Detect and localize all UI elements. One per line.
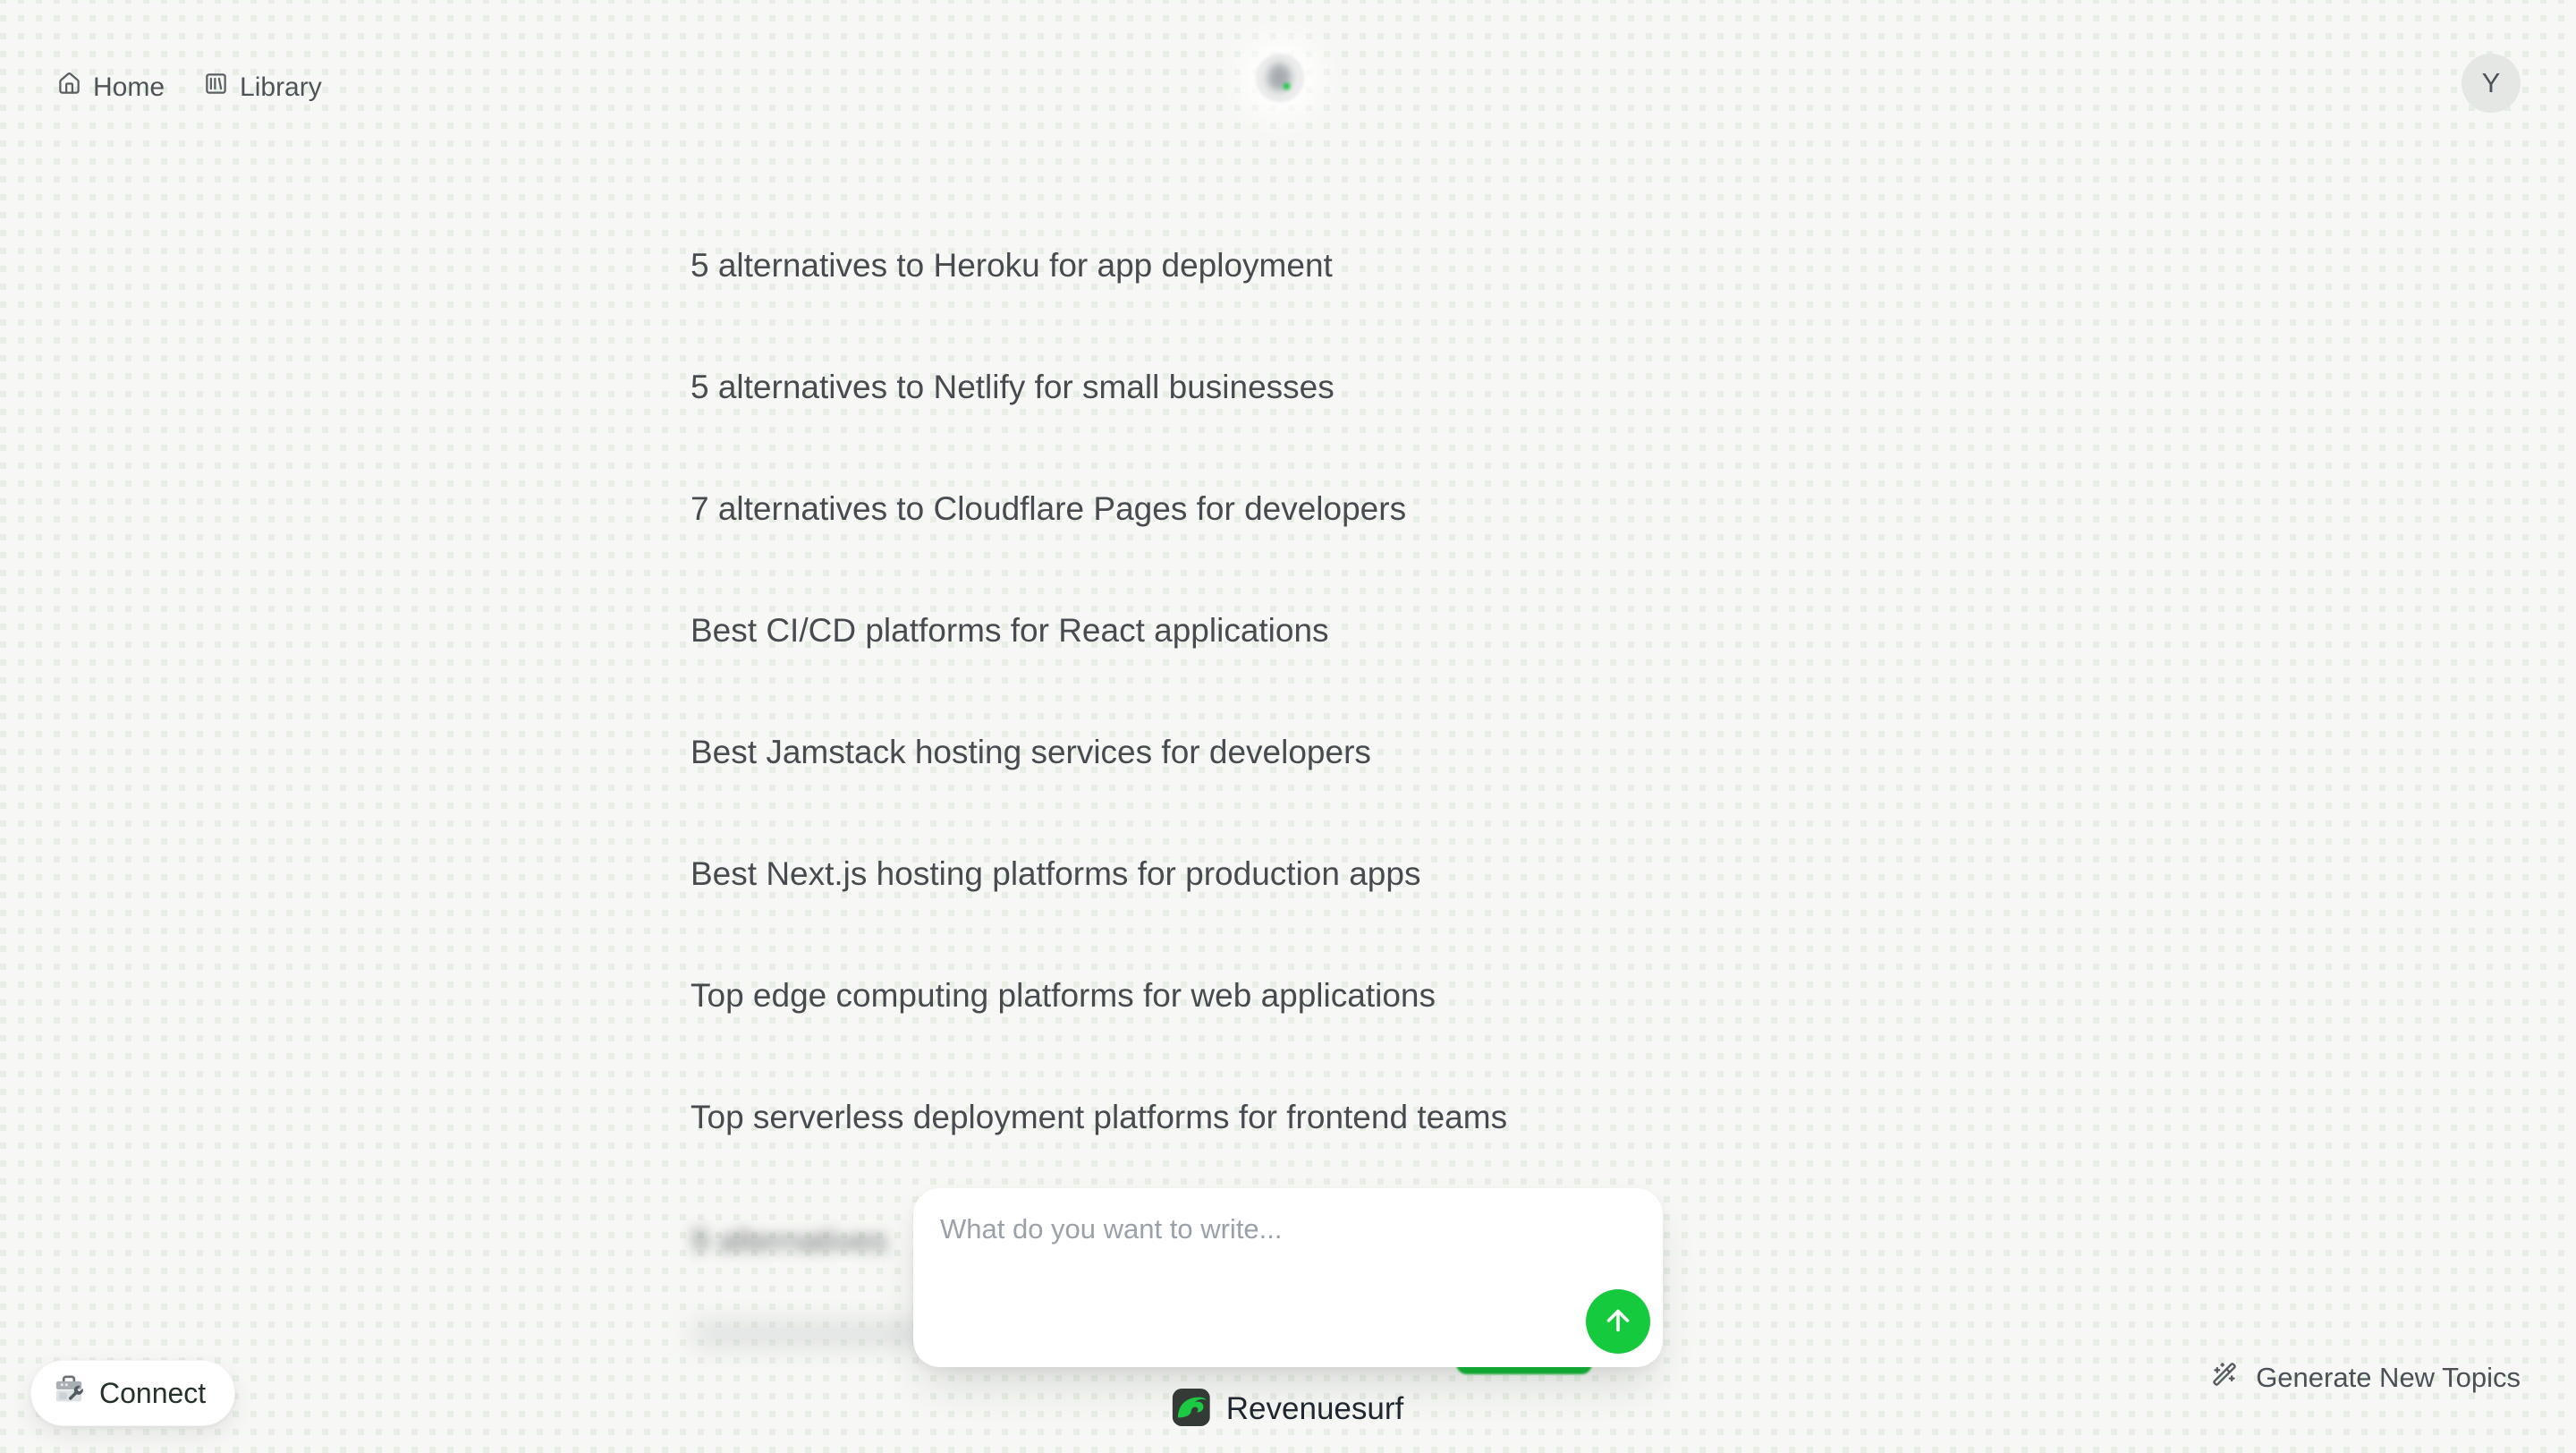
nav-library[interactable]: Library [204, 72, 322, 103]
library-icon [204, 72, 228, 103]
topic-label: Top edge computing platforms for web app… [691, 977, 1436, 1014]
blurred-logo [1256, 54, 1304, 102]
topic-item[interactable]: 5 alternatives to Heroku for app deploym… [691, 249, 1507, 282]
topic-label: 5 alternatives to Netlify for small busi… [691, 369, 1335, 405]
topic-item[interactable]: Best CI/CD platforms for React applicati… [691, 614, 1507, 647]
topic-item[interactable]: Best Jamstack hosting services for devel… [691, 735, 1507, 769]
topic-label: Top serverless deployment platforms for … [691, 1099, 1507, 1135]
brand-name: Revenuesurf [1226, 1391, 1403, 1427]
blurred-topic: 9 alternatives [691, 1222, 887, 1260]
app-root: Home Library Y 5 alternatives to Heroku … [0, 0, 2576, 1453]
house-icon [57, 72, 81, 103]
send-button[interactable] [1586, 1289, 1650, 1354]
topic-label: 5 alternatives to Heroku for app deploym… [691, 247, 1333, 284]
logo-blob [1264, 61, 1295, 95]
topic-list: 5 alternatives to Heroku for app deploym… [691, 249, 1507, 1134]
topic-label: Best Jamstack hosting services for devel… [691, 734, 1371, 770]
generate-label: Generate New Topics [2256, 1362, 2521, 1394]
topic-item[interactable]: Top serverless deployment platforms for … [691, 1100, 1507, 1134]
topic-label: 7 alternatives to Cloudflare Pages for d… [691, 490, 1406, 527]
connect-label: Connect [99, 1377, 206, 1410]
wand-sparkles-icon [2212, 1362, 2237, 1394]
composer-card [913, 1188, 1663, 1367]
topic-label: Best CI/CD platforms for React applicati… [691, 612, 1329, 649]
topic-item[interactable]: 7 alternatives to Cloudflare Pages for d… [691, 492, 1507, 525]
brand-revenuesurf[interactable]: Revenuesurf [1173, 1389, 1403, 1430]
nav-home-label: Home [93, 72, 165, 103]
arrow-up-icon [1602, 1304, 1634, 1339]
nav-library-label: Library [240, 72, 322, 103]
revenuesurf-logo-icon [1173, 1389, 1210, 1431]
nav-home[interactable]: Home [57, 72, 165, 103]
user-avatar[interactable]: Y [2462, 54, 2521, 113]
logo-green-dot [1284, 83, 1290, 89]
generate-new-topics-button[interactable]: Generate New Topics [2212, 1358, 2521, 1398]
topic-item[interactable]: Best Next.js hosting platforms for produ… [691, 857, 1507, 890]
toolbox-icon [51, 1372, 87, 1415]
topic-item[interactable]: Top edge computing platforms for web app… [691, 979, 1507, 1012]
topic-item[interactable]: 5 alternatives to Netlify for small busi… [691, 370, 1507, 404]
composer-input[interactable] [940, 1213, 1530, 1338]
top-nav: Home Library [57, 72, 322, 103]
connect-button[interactable]: Connect [30, 1360, 235, 1426]
topic-label: Best Next.js hosting platforms for produ… [691, 855, 1420, 892]
avatar-initial: Y [2482, 67, 2501, 99]
